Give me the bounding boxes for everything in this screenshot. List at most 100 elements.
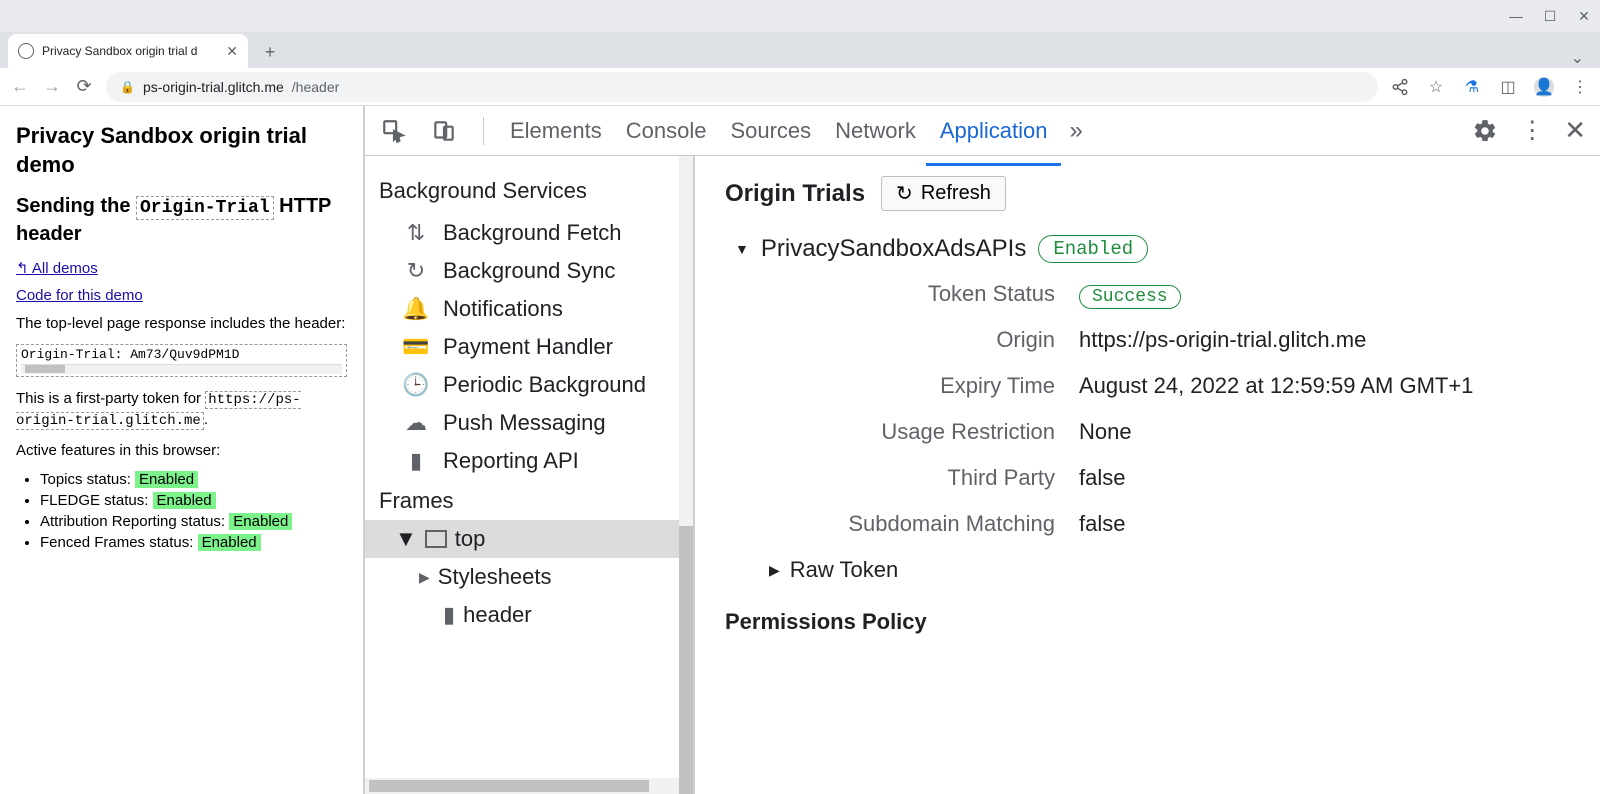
toolbar: ← → ⟳ 🔒 ps-origin-trial.glitch.me/header… <box>0 68 1600 106</box>
tab-title: Privacy Sandbox origin trial d <box>42 44 218 58</box>
device-toggle-icon[interactable] <box>429 116 459 146</box>
list-item: Fenced Frames status: Enabled <box>40 534 347 551</box>
back-button[interactable]: ← <box>10 76 30 97</box>
sidebar-item-periodic-sync[interactable]: 🕒Periodic Background <box>379 366 693 404</box>
tab-application[interactable]: Application <box>938 108 1050 154</box>
header-code-box: Origin-Trial: Am73/Quv9dPM1D <box>16 344 347 377</box>
status-badge: Enabled <box>135 471 198 488</box>
devtools-toolbar: Elements Console Sources Network Applica… <box>365 106 1600 156</box>
trial-name: PrivacySandboxAdsAPIs <box>761 235 1026 263</box>
sidebar-item-notifications[interactable]: 🔔Notifications <box>379 290 693 328</box>
sidebar-item-push-messaging[interactable]: ☁Push Messaging <box>379 404 693 442</box>
url-host: ps-origin-trial.glitch.me <box>143 79 284 95</box>
menu-icon[interactable]: ⋮ <box>1570 77 1590 97</box>
maximize-icon[interactable]: ☐ <box>1542 8 1558 24</box>
subdomain-value: false <box>1079 511 1570 537</box>
gear-icon[interactable] <box>1470 116 1500 146</box>
close-devtools-icon[interactable]: ✕ <box>1564 115 1586 146</box>
sidebar-section-frames: Frames <box>379 480 693 520</box>
tabs-overflow-icon[interactable]: ⌄ <box>1571 48 1584 68</box>
window-titlebar: — ☐ ✕ <box>0 0 1600 32</box>
frame-icon <box>425 530 447 548</box>
inspect-icon[interactable] <box>379 116 409 146</box>
card-icon: 💳 <box>403 334 429 360</box>
active-features-label: Active features in this browser: <box>16 441 347 461</box>
code-link[interactable]: Code for this demo <box>16 287 143 304</box>
trial-row[interactable]: ▼ PrivacySandboxAdsAPIs Enabled <box>735 235 1570 263</box>
browser-tab[interactable]: Privacy Sandbox origin trial d ✕ <box>8 34 248 68</box>
close-window-icon[interactable]: ✕ <box>1576 8 1592 24</box>
tab-strip: Privacy Sandbox origin trial d ✕ + ⌄ <box>0 32 1600 68</box>
chevron-down-icon: ▼ <box>735 241 749 257</box>
trial-status-pill: Enabled <box>1038 235 1148 263</box>
new-tab-button[interactable]: + <box>256 38 284 66</box>
tab-network[interactable]: Network <box>833 108 918 154</box>
page-subtitle: Sending the Origin-Trial HTTP header <box>16 193 347 246</box>
reload-button[interactable]: ⟳ <box>74 76 94 97</box>
para-token-info: This is a first-party token for https://… <box>16 389 347 431</box>
sidebar-scrollbar-v[interactable] <box>679 156 693 778</box>
status-badge: Enabled <box>229 513 292 530</box>
code-inline: Origin-Trial <box>136 196 274 220</box>
chevron-down-icon: ▼ <box>395 526 417 552</box>
sidebar-item-background-fetch[interactable]: ⇅Background Fetch <box>379 214 693 252</box>
sidebar-section-background-services: Background Services <box>379 170 693 214</box>
url-path: /header <box>292 79 339 95</box>
refresh-icon: ↻ <box>896 181 913 206</box>
file-icon: ▮ <box>443 602 455 628</box>
sidebar-scrollbar-h[interactable] <box>365 778 679 794</box>
token-status-value: Success <box>1079 285 1181 309</box>
refresh-button[interactable]: ↻ Refresh <box>881 176 1006 211</box>
frame-header[interactable]: ▮ header <box>379 596 693 634</box>
bell-icon: 🔔 <box>403 296 429 322</box>
page-content: Privacy Sandbox origin trial demo Sendin… <box>0 106 363 794</box>
share-icon[interactable] <box>1390 77 1410 97</box>
sync-icon: ↻ <box>403 258 429 284</box>
subdomain-label: Subdomain Matching <box>755 511 1055 537</box>
para-header-info: The top-level page response includes the… <box>16 314 347 334</box>
token-status-label: Token Status <box>755 281 1055 307</box>
close-tab-icon[interactable]: ✕ <box>226 43 238 60</box>
lock-icon: 🔒 <box>120 80 135 94</box>
tab-elements[interactable]: Elements <box>508 108 604 154</box>
features-list: Topics status: Enabled FLEDGE status: En… <box>40 471 347 551</box>
page-title: Privacy Sandbox origin trial demo <box>16 122 347 179</box>
code-scrollbar[interactable] <box>21 364 342 374</box>
expiry-label: Expiry Time <box>755 373 1055 399</box>
frame-top[interactable]: ▼ top <box>365 520 693 558</box>
raw-token-row[interactable]: ▶ Raw Token <box>769 557 1570 583</box>
devtools-panel: Elements Console Sources Network Applica… <box>363 106 1600 794</box>
forward-button: → <box>42 76 62 97</box>
devtools-sidebar: Background Services ⇅Background Fetch ↻B… <box>365 156 695 794</box>
expiry-value: August 24, 2022 at 12:59:59 AM GMT+1 <box>1079 373 1570 399</box>
sidebar-item-background-sync[interactable]: ↻Background Sync <box>379 252 693 290</box>
origin-trials-heading: Origin Trials <box>725 180 865 208</box>
usage-value: None <box>1079 419 1570 445</box>
sidebar-item-payment-handler[interactable]: 💳Payment Handler <box>379 328 693 366</box>
tab-console[interactable]: Console <box>624 108 709 154</box>
minimize-icon[interactable]: — <box>1508 8 1524 24</box>
status-badge: Enabled <box>198 534 261 551</box>
all-demos-link[interactable]: ↰ All demos <box>16 259 98 277</box>
cloud-icon: ☁ <box>403 410 429 436</box>
tabs-more-icon[interactable]: » <box>1069 117 1082 145</box>
frame-stylesheets[interactable]: ▶ Stylesheets <box>379 558 693 596</box>
origin-label: Origin <box>755 327 1055 353</box>
list-item: Attribution Reporting status: Enabled <box>40 513 347 530</box>
panel-icon[interactable]: ◫ <box>1498 77 1518 97</box>
kebab-icon[interactable]: ⋮ <box>1520 116 1544 145</box>
usage-label: Usage Restriction <box>755 419 1055 445</box>
sidebar-item-reporting-api[interactable]: ▮Reporting API <box>379 442 693 480</box>
status-badge: Enabled <box>153 492 216 509</box>
profile-icon[interactable]: 👤 <box>1534 77 1554 97</box>
labs-icon[interactable]: ⚗ <box>1462 77 1482 97</box>
list-item: FLEDGE status: Enabled <box>40 492 347 509</box>
bookmark-icon[interactable]: ☆ <box>1426 77 1446 97</box>
address-bar[interactable]: 🔒 ps-origin-trial.glitch.me/header <box>106 72 1378 102</box>
devtools-details: Origin Trials ↻ Refresh ▼ PrivacySandbox… <box>695 156 1600 794</box>
list-item: Topics status: Enabled <box>40 471 347 488</box>
tab-sources[interactable]: Sources <box>728 108 813 154</box>
third-party-value: false <box>1079 465 1570 491</box>
third-party-label: Third Party <box>755 465 1055 491</box>
chevron-right-icon: ▶ <box>419 569 430 586</box>
